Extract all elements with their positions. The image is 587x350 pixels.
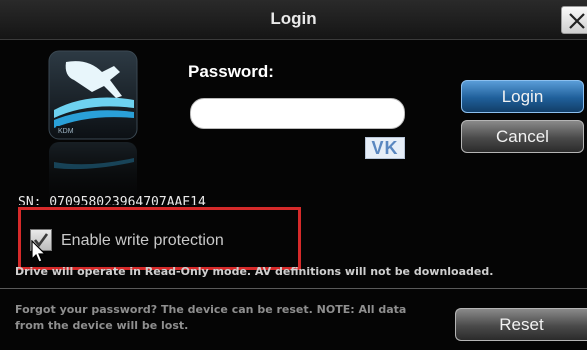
cancel-button[interactable]: Cancel (461, 120, 584, 153)
virtual-keyboard-button[interactable]: VK (365, 137, 405, 159)
window-title: Login (270, 9, 317, 28)
reset-button[interactable]: Reset (455, 308, 587, 341)
close-button[interactable] (561, 6, 587, 34)
read-only-info: Drive will operate in Read-Only mode. AV… (15, 265, 494, 278)
reset-note: Forgot your password? The device can be … (15, 303, 407, 332)
login-window: Login KDM Password: VK Login Cancel SN: … (0, 0, 587, 350)
mouse-cursor-icon (31, 240, 47, 263)
divider (0, 288, 587, 289)
login-button[interactable]: Login (461, 80, 584, 113)
password-input[interactable] (190, 98, 405, 129)
logo-text: KDM (58, 128, 74, 135)
serial-number: SN: 070958023964707AAE14 (18, 195, 206, 205)
write-protection-label[interactable]: Enable write protection (61, 232, 235, 250)
close-icon (569, 13, 585, 29)
password-label: Password: (188, 62, 274, 81)
title-bar: Login (0, 0, 587, 40)
